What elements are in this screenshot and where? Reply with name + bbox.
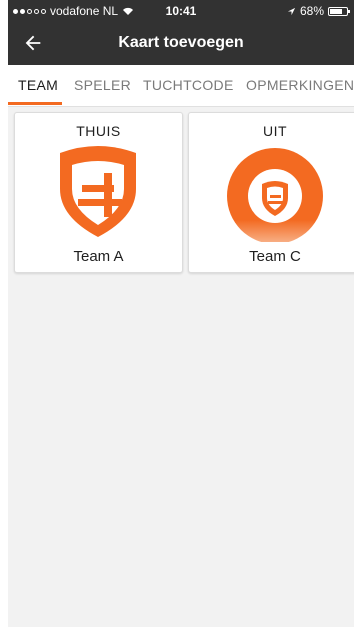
home-side-label: THUIS [76, 123, 121, 139]
away-team-card[interactable]: UIT Team C [188, 112, 354, 273]
header: vodafone NL 10:41 68% Kaart toevoegen [8, 0, 354, 65]
tab-speler[interactable]: SPELER [74, 77, 131, 93]
away-team-name: Team C [249, 248, 301, 265]
tab-team[interactable]: TEAM [18, 77, 58, 93]
status-right: 68% [287, 4, 350, 18]
location-arrow-icon [287, 7, 296, 15]
away-side-label: UIT [262, 123, 288, 139]
shield-logo-icon [60, 146, 136, 237]
battery-percent: 68% [299, 4, 324, 18]
tab-tuchtcode[interactable]: TUCHTCODE [143, 77, 234, 93]
tab-opmerkingen[interactable]: OPMERKINGEN [246, 77, 354, 93]
tab-bar: TEAM SPELER TUCHTCODE OPMERKINGEN [8, 65, 354, 107]
active-tab-indicator [8, 102, 62, 105]
status-bar: vodafone NL 10:41 68% [8, 0, 354, 22]
home-team-name: Team A [73, 248, 124, 265]
app-frame: vodafone NL 10:41 68% Kaart toevoegen TE… [8, 0, 354, 627]
battery-icon [328, 6, 350, 16]
home-team-card[interactable]: THUIS Team A [14, 112, 183, 273]
round-shield-logo-icon [227, 148, 323, 242]
page-title: Kaart toevoegen [118, 34, 244, 51]
app-bar: Kaart toevoegen [8, 22, 354, 65]
